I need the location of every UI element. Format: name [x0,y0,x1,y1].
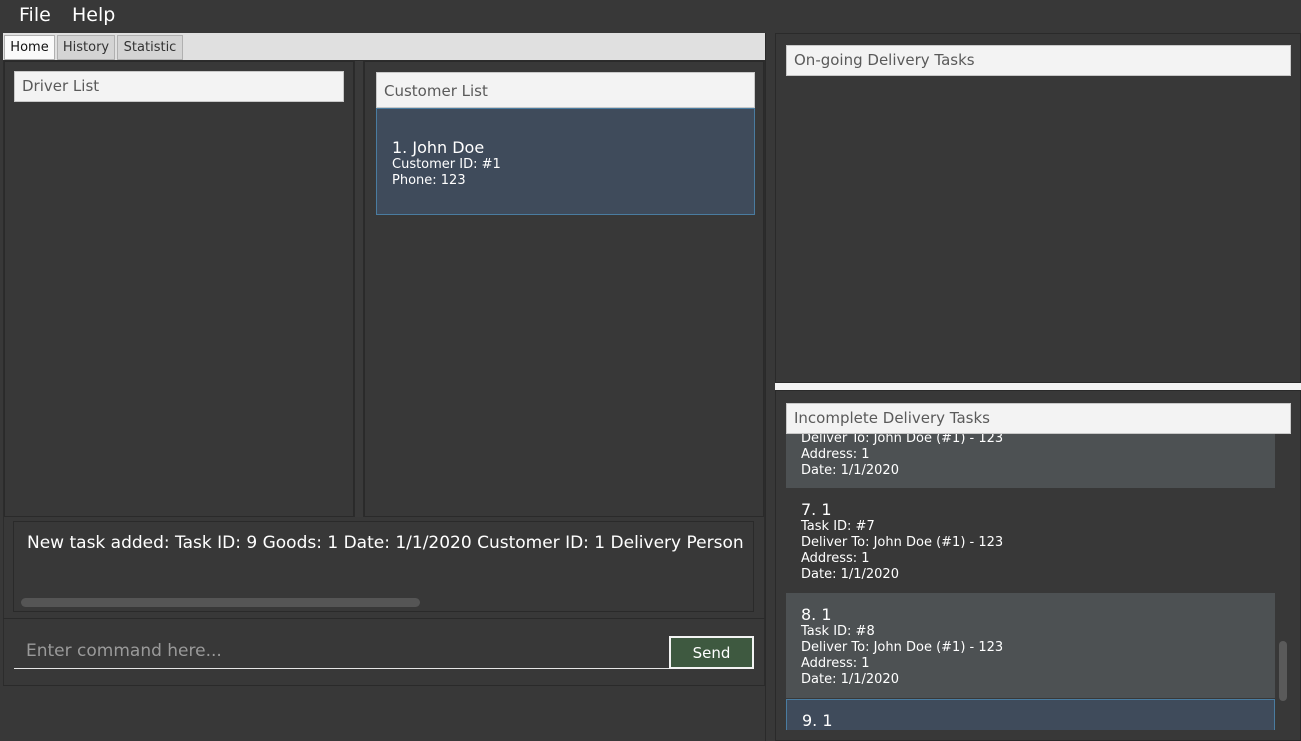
incomplete-tasks-panel: Deliver To: John Doe (#1) - 123 Address:… [775,390,1301,741]
task-address: Address: 1 [801,551,870,566]
command-box: Send [3,618,765,686]
main-splitter[interactable] [765,33,774,741]
list-splitter[interactable] [354,61,364,517]
task-deliver-to: Deliver To: John Doe (#1) - 123 [801,535,1004,550]
send-button[interactable]: Send [669,636,754,669]
task-card[interactable]: 8. 1 Task ID: #8 Deliver To: John Doe (#… [786,593,1275,698]
ongoing-tasks-header: On-going Delivery Tasks [786,45,1291,76]
task-id: Task ID: #8 [801,624,875,639]
task-title: 9. 1 [802,711,833,730]
customer-card[interactable]: 1. John Doe Customer ID: #1 Phone: 123 [376,108,755,215]
incomplete-tasks-header: Incomplete Delivery Tasks [786,403,1291,434]
ongoing-tasks-panel: On-going Delivery Tasks [775,33,1301,383]
task-date: Date: 1/1/2020 [801,567,899,582]
task-id: Task ID: #7 [801,519,875,534]
task-title: 8. 1 [801,605,832,624]
customer-id: Customer ID: #1 [392,157,501,172]
command-input[interactable] [14,634,671,669]
help-menu[interactable]: Help [72,4,115,26]
result-display: New task added: Task ID: 9 Goods: 1 Date… [13,521,754,612]
task-deliver-to: Deliver To: John Doe (#1) - 123 [801,640,1004,655]
incomplete-tasks-scrollbar[interactable] [1279,641,1287,701]
customer-list-panel: Customer List 1. John Doe Customer ID: #… [364,61,764,517]
file-menu[interactable]: File [19,4,51,26]
driver-list-panel: Driver List [4,61,354,517]
customer-phone: Phone: 123 [392,173,466,188]
task-date: Date: 1/1/2020 [801,672,899,687]
task-address: Address: 1 [801,656,870,671]
tab-history[interactable]: History [57,35,115,60]
task-date: Date: 1/1/2020 [801,463,899,478]
task-title: 7. 1 [801,500,832,519]
tab-home[interactable]: Home [4,35,55,60]
customer-name: 1. John Doe [392,138,485,157]
task-card[interactable]: 7. 1 Task ID: #7 Deliver To: John Doe (#… [786,488,1275,593]
result-horizontal-scrollbar[interactable] [21,598,420,607]
right-splitter[interactable] [775,383,1301,390]
task-card-selected[interactable]: 9. 1 [786,699,1275,730]
tab-statistic[interactable]: Statistic [117,35,183,60]
customer-list-header: Customer List [376,72,755,108]
task-address: Address: 1 [801,447,870,462]
result-text: New task added: Task ID: 9 Goods: 1 Date… [27,533,744,553]
tab-bar: Home History Statistic [3,33,765,60]
incomplete-tasks-list: Deliver To: John Doe (#1) - 123 Address:… [786,403,1275,730]
menu-bar: File Help [0,0,1301,32]
driver-list-header: Driver List [14,71,344,102]
